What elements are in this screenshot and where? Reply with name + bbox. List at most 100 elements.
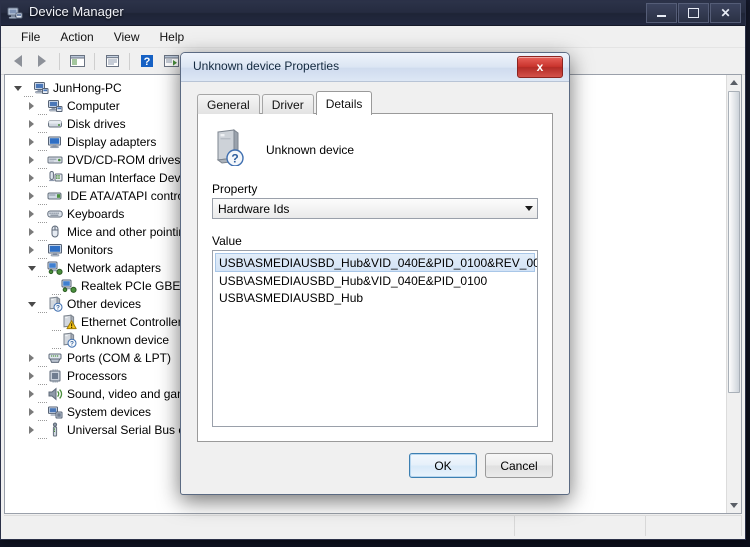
scroll-up-button[interactable] — [727, 75, 741, 90]
dialog-title-bar: Unknown device Properties x — [181, 53, 569, 82]
tree-expander-closed[interactable] — [25, 156, 38, 164]
menu-item-action[interactable]: Action — [50, 28, 103, 46]
dialog-body: General Driver Details ? Unknown device … — [181, 81, 569, 494]
tree-expander-closed[interactable] — [25, 408, 38, 416]
value-list-item[interactable]: USB\ASMEDIAUSBD_Hub — [215, 289, 535, 306]
svg-text:?: ? — [231, 152, 238, 166]
minimize-button[interactable] — [646, 3, 677, 23]
tree-connector-line — [38, 214, 47, 223]
properties-icon — [105, 55, 119, 67]
tree-expander-closed[interactable] — [25, 390, 38, 398]
tree-node-label: Other devices — [67, 297, 142, 311]
tree-expander-closed[interactable] — [25, 192, 38, 200]
toolbar-separator — [94, 52, 95, 70]
tree-expander-open[interactable] — [25, 301, 38, 307]
cancel-button[interactable]: Cancel — [485, 453, 553, 478]
menu-item-view[interactable]: View — [104, 28, 150, 46]
scroll-down-button[interactable] — [727, 498, 741, 513]
tree-node-label: Disk drives — [67, 117, 126, 131]
tree-node-label: System devices — [67, 405, 152, 419]
tree-node-label: DVD/CD-ROM drives — [67, 153, 181, 167]
tree-expander-closed[interactable] — [25, 372, 38, 380]
tree-node-label: Keyboards — [67, 207, 125, 221]
dialog-tab-strip: General Driver Details — [197, 91, 374, 115]
tree-expander-closed[interactable] — [25, 174, 38, 182]
tree-expander-open[interactable] — [25, 265, 38, 271]
device-header: ? Unknown device — [212, 128, 354, 171]
tree-connector-line — [52, 340, 61, 349]
tree-expander-closed[interactable] — [25, 228, 38, 236]
tab-details[interactable]: Details — [315, 91, 373, 115]
console-tree-icon — [69, 55, 85, 67]
value-label: Value — [212, 234, 242, 248]
dialog-close-button[interactable]: x — [517, 56, 563, 78]
tree-node-label: Monitors — [67, 243, 114, 257]
tab-general[interactable]: General — [197, 94, 260, 114]
scrollbar-thumb[interactable] — [728, 91, 740, 393]
display-adapter-icon — [47, 134, 64, 150]
monitor-icon — [47, 242, 64, 258]
dialog-button-row: OK Cancel — [409, 453, 553, 478]
properties-button[interactable] — [101, 50, 123, 72]
right-arrow-icon — [38, 55, 46, 67]
tree-connector-line — [38, 160, 47, 169]
tree-connector-line — [52, 322, 61, 331]
status-bar-pane-2 — [515, 516, 646, 536]
tree-connector-line — [38, 142, 47, 151]
unknown-device-large-icon: ? — [212, 128, 246, 171]
tree-expander-closed[interactable] — [25, 102, 38, 110]
network-adapter-icon — [47, 260, 64, 276]
help-button[interactable]: ? — [136, 50, 158, 72]
tree-node-label: JunHong-PC — [53, 81, 122, 95]
system-device-icon — [47, 404, 64, 420]
tree-node-label: Display adapters — [67, 135, 157, 149]
tree-expander-closed[interactable] — [25, 138, 38, 146]
chevron-down-icon — [730, 503, 738, 508]
processor-icon — [47, 368, 64, 384]
tree-node-label: Computer — [67, 99, 120, 113]
property-dropdown[interactable]: Hardware Ids — [212, 198, 538, 219]
tree-connector-line — [38, 196, 47, 205]
sound-icon — [47, 386, 64, 402]
tree-connector-line — [38, 430, 47, 439]
details-tab-panel: ? Unknown device Property Hardware Ids V… — [197, 113, 553, 442]
tree-expander-closed[interactable] — [25, 426, 38, 434]
tree-connector-line — [38, 124, 47, 133]
tree-vertical-scrollbar[interactable] — [726, 75, 741, 513]
menu-item-help[interactable]: Help — [150, 28, 195, 46]
value-list[interactable]: USB\ASMEDIAUSBD_Hub&VID_040E&PID_0100&RE… — [212, 250, 538, 427]
tree-connector-line — [38, 268, 47, 277]
dialog-title: Unknown device Properties — [193, 59, 340, 73]
scan-hardware-button[interactable] — [160, 50, 182, 72]
forward-button[interactable] — [31, 50, 53, 72]
svg-text:?: ? — [56, 305, 60, 312]
tree-expander-closed[interactable] — [25, 246, 38, 254]
window-title-bar: Device Manager ✕ — [1, 1, 745, 26]
tree-connector-line — [38, 106, 47, 115]
tree-expander-open[interactable] — [11, 85, 24, 91]
hid-icon — [47, 170, 64, 186]
unknown-device-warning-icon — [61, 314, 78, 330]
tree-connector-line — [38, 358, 47, 367]
back-button[interactable] — [7, 50, 29, 72]
tree-expander-closed[interactable] — [25, 354, 38, 362]
tab-driver[interactable]: Driver — [261, 94, 314, 114]
chevron-down-icon[interactable] — [520, 199, 537, 218]
keyboard-icon — [47, 206, 64, 222]
tree-connector-line — [38, 178, 47, 187]
ok-button[interactable]: OK — [409, 453, 477, 478]
menu-item-file[interactable]: File — [11, 28, 50, 46]
disk-drive-icon — [47, 116, 64, 132]
tree-connector-line — [24, 88, 33, 97]
value-list-item[interactable]: USB\ASMEDIAUSBD_Hub&VID_040E&PID_0100 — [215, 272, 535, 289]
close-button[interactable]: ✕ — [710, 3, 741, 23]
tree-connector-line — [38, 304, 47, 313]
window-title: Device Manager — [29, 4, 124, 19]
tree-expander-closed[interactable] — [25, 120, 38, 128]
tree-node-label: Network adapters — [67, 261, 162, 275]
tree-connector-line — [52, 286, 61, 295]
value-list-item-selected[interactable]: USB\ASMEDIAUSBD_Hub&VID_040E&PID_0100&RE… — [215, 253, 537, 272]
tree-expander-closed[interactable] — [25, 210, 38, 218]
show-hide-console-tree-button[interactable] — [66, 50, 88, 72]
maximize-button[interactable] — [678, 3, 709, 23]
